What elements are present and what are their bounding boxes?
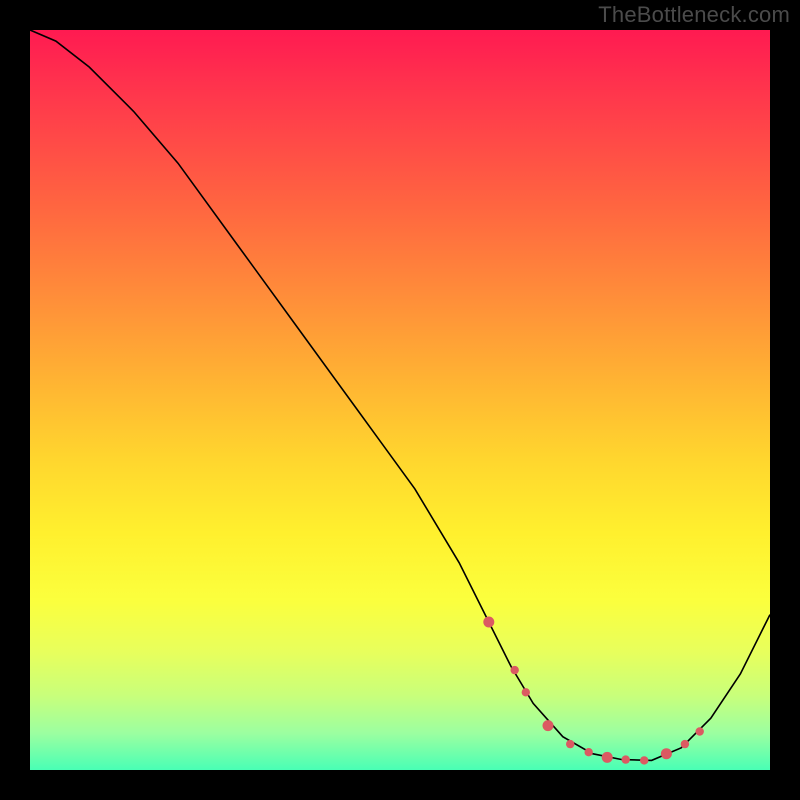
marker-dot xyxy=(566,740,574,748)
marker-dot xyxy=(511,666,519,674)
curve-markers xyxy=(483,617,704,765)
marker-dot xyxy=(543,720,554,731)
marker-dot xyxy=(696,727,704,735)
marker-dot xyxy=(661,748,672,759)
curve-layer xyxy=(30,30,770,770)
marker-dot xyxy=(681,740,689,748)
plot-area xyxy=(30,30,770,770)
marker-dot xyxy=(602,752,613,763)
marker-dot xyxy=(585,748,593,756)
chart-frame: TheBottleneck.com xyxy=(0,0,800,800)
marker-dot xyxy=(483,617,494,628)
marker-dot xyxy=(522,688,530,696)
bottleneck-curve xyxy=(30,30,770,760)
watermark-text: TheBottleneck.com xyxy=(598,2,790,28)
marker-dot xyxy=(622,755,630,763)
marker-dot xyxy=(640,756,648,764)
